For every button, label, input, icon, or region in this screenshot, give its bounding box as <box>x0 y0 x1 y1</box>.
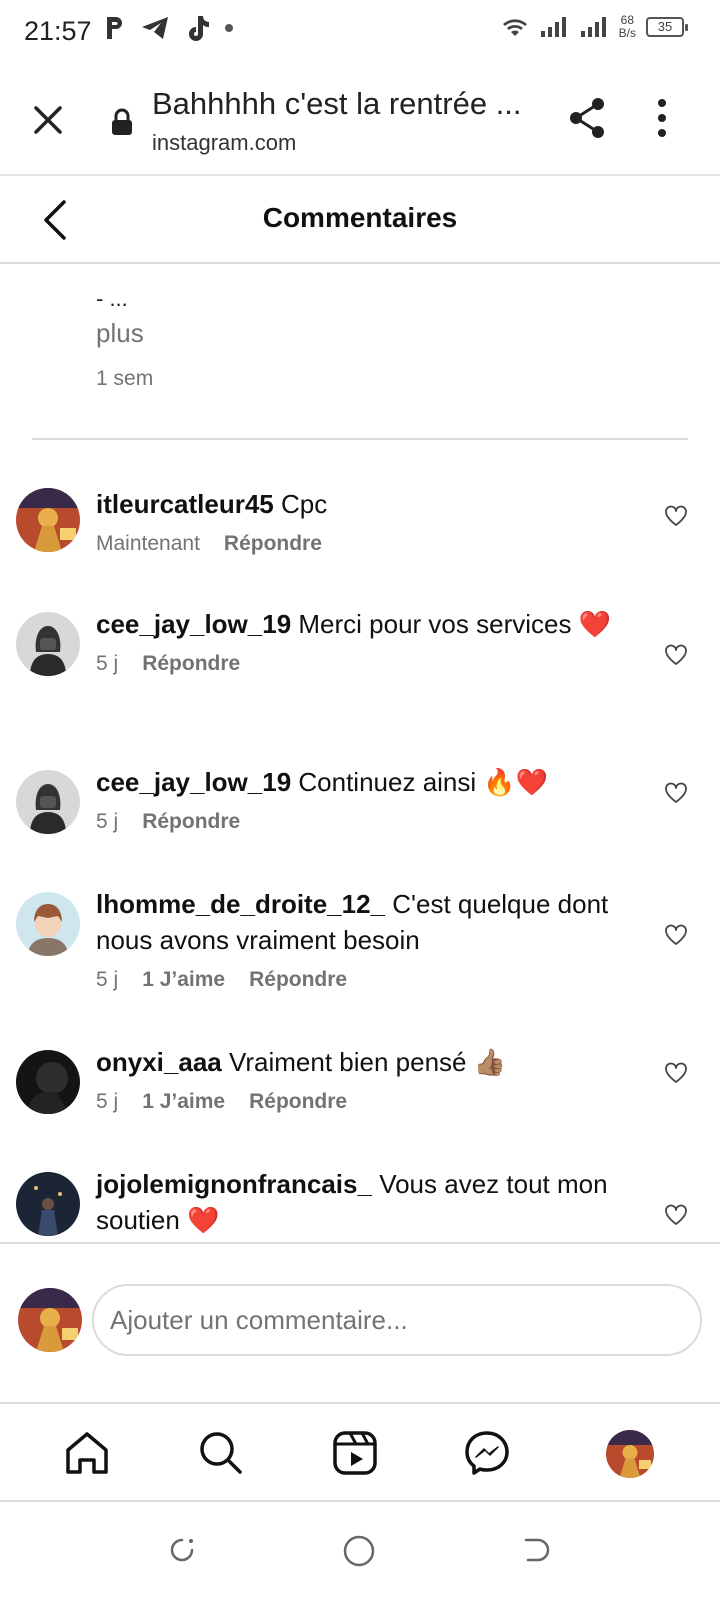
avatar <box>18 1288 82 1352</box>
heart-outline-icon[interactable] <box>664 924 688 946</box>
more-vert-icon[interactable] <box>656 98 668 138</box>
caption-snippet: - ... <box>96 286 128 311</box>
browser-toolbar: Bahhhhh c'est la rentrée ... instagram.c… <box>0 64 720 176</box>
p-app-icon <box>107 17 122 39</box>
comment-input[interactable] <box>92 1284 702 1356</box>
comment-text: Vraiment bien pensé 👍🏽 <box>228 1047 507 1077</box>
header-title: Commentaires <box>262 202 458 233</box>
comment-text: Merci pour vos services ❤️ <box>298 609 612 639</box>
comment-username[interactable]: jojolemignonfrancais_ <box>96 1169 372 1199</box>
network-speed: 68 B/s <box>618 13 636 40</box>
avatar[interactable] <box>16 488 80 552</box>
avatar-image <box>16 1050 80 1114</box>
comment-time: 5 j <box>96 810 119 833</box>
signal-1-icon <box>540 17 566 37</box>
telegram-icon <box>142 17 168 39</box>
back-button-icon[interactable] <box>520 1534 552 1566</box>
status-bar: 21:57 68 B/s 35 <box>0 0 720 64</box>
status-time: 21:57 <box>24 16 92 46</box>
heart-outline-icon[interactable] <box>664 505 688 527</box>
avatar[interactable] <box>16 612 80 676</box>
share-icon[interactable] <box>566 96 608 140</box>
messenger-icon[interactable] <box>462 1428 512 1478</box>
avatar-image <box>606 1430 654 1478</box>
reply-button[interactable]: Répondre <box>142 810 240 834</box>
caption-time: 1 sem <box>96 367 154 390</box>
heart-outline-icon[interactable] <box>664 644 688 666</box>
comment-username[interactable]: lhomme_de_droite_12_ <box>96 889 385 919</box>
system-icons: 68 B/s 35 <box>501 13 688 40</box>
tiktok-icon <box>189 16 209 41</box>
reply-button[interactable]: Répondre <box>142 652 240 676</box>
avatar-image <box>18 1288 82 1352</box>
comment-text: Continuez ainsi 🔥❤️ <box>298 767 549 797</box>
comment-time: 5 j <box>96 1090 119 1113</box>
add-comment-bar <box>0 1242 720 1404</box>
profile-avatar[interactable] <box>606 1430 654 1478</box>
comment-time: Maintenant <box>96 532 200 555</box>
dot-icon <box>225 24 233 32</box>
home-button-icon[interactable] <box>342 1534 376 1568</box>
search-icon[interactable] <box>196 1428 246 1478</box>
post-caption: - ... plus 1 sem <box>96 286 153 391</box>
avatar[interactable] <box>16 892 80 956</box>
system-navigation-bar <box>0 1502 720 1600</box>
page-title: Bahhhhh c'est la rentrée ... <box>152 86 522 121</box>
comment-username[interactable]: cee_jay_low_19 <box>96 609 291 639</box>
comments-header: Commentaires <box>0 176 720 264</box>
comment-time: 5 j <box>96 652 119 675</box>
battery-indicator: 35 <box>646 17 688 37</box>
comment-body: cee_jay_low_19 Merci pour vos services ❤… <box>96 606 626 676</box>
signal-2-icon <box>580 17 606 37</box>
comment-text: Cpc <box>280 489 328 519</box>
reply-button[interactable]: Répondre <box>249 1090 347 1114</box>
comment-body: cee_jay_low_19 Continuez ainsi 🔥❤️ 5 j R… <box>96 764 626 834</box>
reply-button[interactable]: Répondre <box>249 968 347 992</box>
avatar[interactable] <box>16 1050 80 1114</box>
avatar-image <box>16 1172 80 1236</box>
comment-list[interactable]: itleurcatleur45 Cpc Maintenant Répondre … <box>0 440 720 1242</box>
comment-username[interactable]: cee_jay_low_19 <box>96 767 291 797</box>
heart-outline-icon[interactable] <box>664 782 688 804</box>
comment-body: jojolemignonfrancais_ Vous avez tout mon… <box>96 1166 626 1238</box>
comment-username[interactable]: itleurcatleur45 <box>96 489 274 519</box>
close-icon[interactable] <box>28 100 68 140</box>
heart-outline-icon[interactable] <box>664 1204 688 1226</box>
lock-icon <box>112 108 132 135</box>
comment-body: itleurcatleur45 Cpc Maintenant Répondre <box>96 486 626 556</box>
notification-icons <box>104 14 234 42</box>
page-domain: instagram.com <box>152 130 297 155</box>
comment-username[interactable]: onyxi_aaa <box>96 1047 222 1077</box>
wifi-icon <box>502 19 527 36</box>
avatar-image <box>16 612 80 676</box>
bottom-navigation <box>0 1404 720 1502</box>
avatar[interactable] <box>16 770 80 834</box>
caption-more-link[interactable]: plus <box>96 318 153 349</box>
like-count[interactable]: 1 J’aime <box>142 968 225 992</box>
avatar[interactable] <box>16 1172 80 1236</box>
avatar-image <box>16 488 80 552</box>
comment-body: onyxi_aaa Vraiment bien pensé 👍🏽 5 j 1 J… <box>96 1044 626 1114</box>
heart-outline-icon[interactable] <box>664 1062 688 1084</box>
comment-body: lhomme_de_droite_12_ C'est quelque dont … <box>96 886 626 992</box>
reply-button[interactable]: Répondre <box>224 532 322 556</box>
comment-time: 5 j <box>96 968 119 991</box>
home-icon[interactable] <box>62 1428 112 1478</box>
recents-icon[interactable] <box>166 1534 198 1566</box>
avatar-image <box>16 892 80 956</box>
like-count[interactable]: 1 J’aime <box>142 1090 225 1114</box>
avatar-image <box>16 770 80 834</box>
reels-icon[interactable] <box>330 1428 380 1478</box>
